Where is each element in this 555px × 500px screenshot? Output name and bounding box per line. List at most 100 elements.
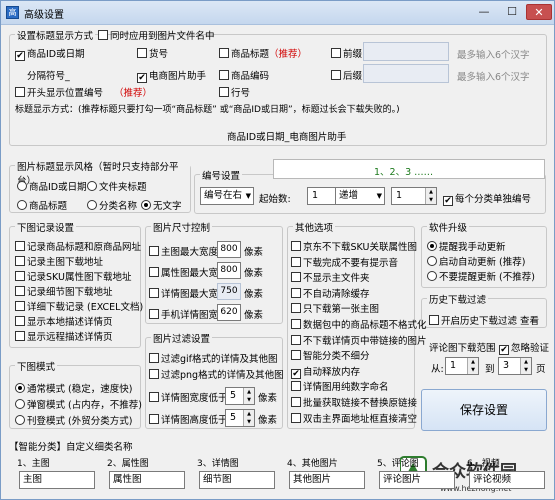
id-date-checkbox[interactable]: ✔ 商品ID或日期 xyxy=(15,46,85,61)
checkbox-box xyxy=(291,319,301,329)
row-checkbox[interactable]: 行号 xyxy=(219,85,250,99)
sync-filename-checkbox[interactable]: 同时应用到图片文件名中 xyxy=(98,28,215,42)
size-input[interactable]: 800 xyxy=(217,262,241,279)
checkbox-label: 记录SKU属性图下载地址 xyxy=(27,272,132,283)
minimize-button[interactable]: — xyxy=(471,4,497,20)
save-settings-button[interactable]: 保存设置 xyxy=(421,389,547,431)
download-log-item[interactable]: 记录细节图下载地址 xyxy=(15,284,113,298)
checkbox-box xyxy=(149,414,159,424)
radio-label: 刊登模式 (外贸分类方式) xyxy=(27,416,133,427)
other-option-checkbox[interactable]: 不显示主文件夹 xyxy=(291,270,370,284)
other-option-checkbox[interactable]: 双击主界面地址框直接清空 xyxy=(291,411,417,425)
other-option-checkbox[interactable]: 批量获取链接不替换原链接 xyxy=(291,395,417,409)
other-option-checkbox[interactable]: 详情图用纯数字命名 xyxy=(291,379,389,393)
smart-category-input[interactable]: 其他图片 xyxy=(289,471,365,489)
history-view-link[interactable]: 查看 xyxy=(520,313,539,327)
style-radio-dot-1 xyxy=(87,181,97,191)
ec-helper-checkbox[interactable]: ✔ 电商图片助手 xyxy=(137,68,206,83)
download-log-item[interactable]: 记录商品标题和原商品网址 xyxy=(15,239,141,253)
close-button[interactable]: ✕ xyxy=(526,4,552,20)
per-category-checkbox[interactable]: ✔ 每个分类单独编号 xyxy=(443,191,531,206)
other-option-checkbox[interactable]: 智能分类不细分 xyxy=(291,348,370,362)
checkbox-label: 详细下载记录 (EXCEL文档) xyxy=(27,302,144,313)
style-radio-2[interactable]: 商品标题 xyxy=(17,198,67,212)
download-log-item[interactable]: 记录SKU属性图下载地址 xyxy=(15,269,131,283)
title-checkbox[interactable]: 商品标题（推荐） xyxy=(219,46,307,60)
radio-label: 启动自动更新 (推荐) xyxy=(439,257,526,268)
checkbox-box xyxy=(149,309,159,319)
checkbox-box xyxy=(15,316,25,326)
numbering-label: 编号设置 xyxy=(200,168,243,182)
download-mode-radio[interactable]: 弹窗模式 (占内存，不推荐) xyxy=(15,397,142,411)
start-num-checkbox[interactable]: 开头显示位置编号 xyxy=(15,85,103,99)
filter-checkbox[interactable]: 过滤gif格式的详情及其他图 xyxy=(149,351,278,365)
upgrade-radio[interactable]: 不要提醒更新 (不推荐) xyxy=(427,269,535,283)
filter-spinner[interactable]: 5 xyxy=(225,387,255,405)
prefix-checkbox[interactable]: 前缀 xyxy=(331,46,362,60)
filter-spinner[interactable]: 5 xyxy=(225,409,255,427)
checkbox-label: 不显示主文件夹 xyxy=(303,273,370,285)
smart-category-input[interactable]: 评论视频 xyxy=(469,471,545,489)
smart-category-input[interactable]: 主图 xyxy=(19,471,95,489)
style-radio-dot-4 xyxy=(141,200,151,210)
smart-category-input[interactable]: 细节图 xyxy=(199,471,275,489)
size-input[interactable]: 620 xyxy=(217,304,241,321)
from-spinner[interactable]: 1 xyxy=(445,357,479,375)
other-option-checkbox[interactable]: 下载完成不要有提示音 xyxy=(291,255,398,269)
download-log-label: 下图记录设置 xyxy=(15,220,77,234)
style-radio-4[interactable]: 无文字 xyxy=(141,198,182,212)
number-mode-select[interactable]: 递增 xyxy=(335,187,385,205)
other-option-checkbox[interactable]: 只下载第一张主图 xyxy=(291,301,379,315)
smart-category-name: 6、视频 xyxy=(467,459,500,469)
checkbox-box xyxy=(149,267,159,277)
separator-label: 分隔符号_ xyxy=(27,71,70,82)
title-bar[interactable]: 高 高级设置 — ☐ ✕ xyxy=(1,1,554,25)
window-title: 高级设置 xyxy=(24,10,64,21)
checkbox-label: 数据包中的商品标题不格式化 xyxy=(303,320,427,331)
suffix-checkbox[interactable]: 后缀 xyxy=(331,68,362,82)
filter-checkbox[interactable]: 过滤png格式的详情及其他图 xyxy=(149,367,284,381)
checkbox-label: 记录细节图下载地址 xyxy=(27,287,113,298)
upgrade-radio[interactable]: 启动自动更新 (推荐) xyxy=(427,254,525,268)
download-log-item[interactable]: 显示远程描述详情页 xyxy=(15,329,113,343)
style-radio-3[interactable]: 分类名称 xyxy=(87,198,137,212)
history-checkbox[interactable]: 开启历史下载过滤 xyxy=(429,313,517,327)
to-spinner[interactable]: 3 xyxy=(498,357,532,375)
checkbox-label: 记录主图下载地址 xyxy=(27,257,104,268)
download-mode-radio[interactable]: 通常模式 (稳定，速度快) xyxy=(15,381,132,395)
step-spinner[interactable]: 1 xyxy=(391,187,437,205)
filter-row-checkbox[interactable]: 详情图高度低于: xyxy=(149,412,231,426)
size-input[interactable]: 750 xyxy=(217,283,241,300)
checkbox-box xyxy=(291,241,301,251)
checkbox-label: 自动释放内存 xyxy=(303,366,361,378)
other-option-checkbox[interactable]: 不下载详情页中带链接的图片 xyxy=(291,333,427,347)
suffix-input[interactable] xyxy=(363,64,449,83)
checkbox-box xyxy=(149,288,159,298)
upgrade-radio[interactable]: 提醒我手动更新 xyxy=(427,239,506,253)
style-radio-dot-0 xyxy=(17,181,27,191)
checkbox-label: 只下载第一张主图 xyxy=(303,304,380,316)
other-option-checkbox[interactable]: 数据包中的商品标题不格式化 xyxy=(291,317,427,331)
download-log-item[interactable]: 详细下载记录 (EXCEL文档) xyxy=(15,299,143,313)
smart-category-input[interactable]: 评论图片 xyxy=(379,471,455,489)
download-log-item[interactable]: 显示本地描述详情页 xyxy=(15,314,113,328)
style-radio-0[interactable]: 商品ID或日期 xyxy=(17,179,87,193)
prefix-input[interactable] xyxy=(363,42,449,61)
maximize-button[interactable]: ☐ xyxy=(499,4,525,20)
code-checkbox[interactable]: 商品编码 xyxy=(219,68,269,82)
size-input[interactable]: 800 xyxy=(217,241,241,258)
number-position-select[interactable]: 编号在右 xyxy=(200,187,254,205)
other-option-checkbox[interactable]: ✔ 自动释放内存 xyxy=(291,364,360,379)
ignore-verify-checkbox[interactable]: ✔ 忽略验证 xyxy=(499,340,549,355)
smart-category-input[interactable]: 属性图 xyxy=(109,471,185,489)
unit-label: 像素 xyxy=(244,247,264,258)
other-option-checkbox[interactable]: 不自动清除缓存 xyxy=(291,286,370,300)
download-mode-radio[interactable]: 刊登模式 (外贸分类方式) xyxy=(15,413,132,427)
checkbox-box xyxy=(15,256,25,266)
huohao-checkbox[interactable]: 货号 xyxy=(137,46,168,60)
size-row-checkbox[interactable]: 主图最大宽度: xyxy=(149,244,221,258)
other-option-checkbox[interactable]: 京东不下载SKU关联属性图 xyxy=(291,239,417,253)
download-log-item[interactable]: 记录主图下载地址 xyxy=(15,254,103,268)
style-radio-1[interactable]: 文件夹标题 xyxy=(87,179,147,193)
filter-row-checkbox[interactable]: 详情图宽度低于: xyxy=(149,390,231,404)
